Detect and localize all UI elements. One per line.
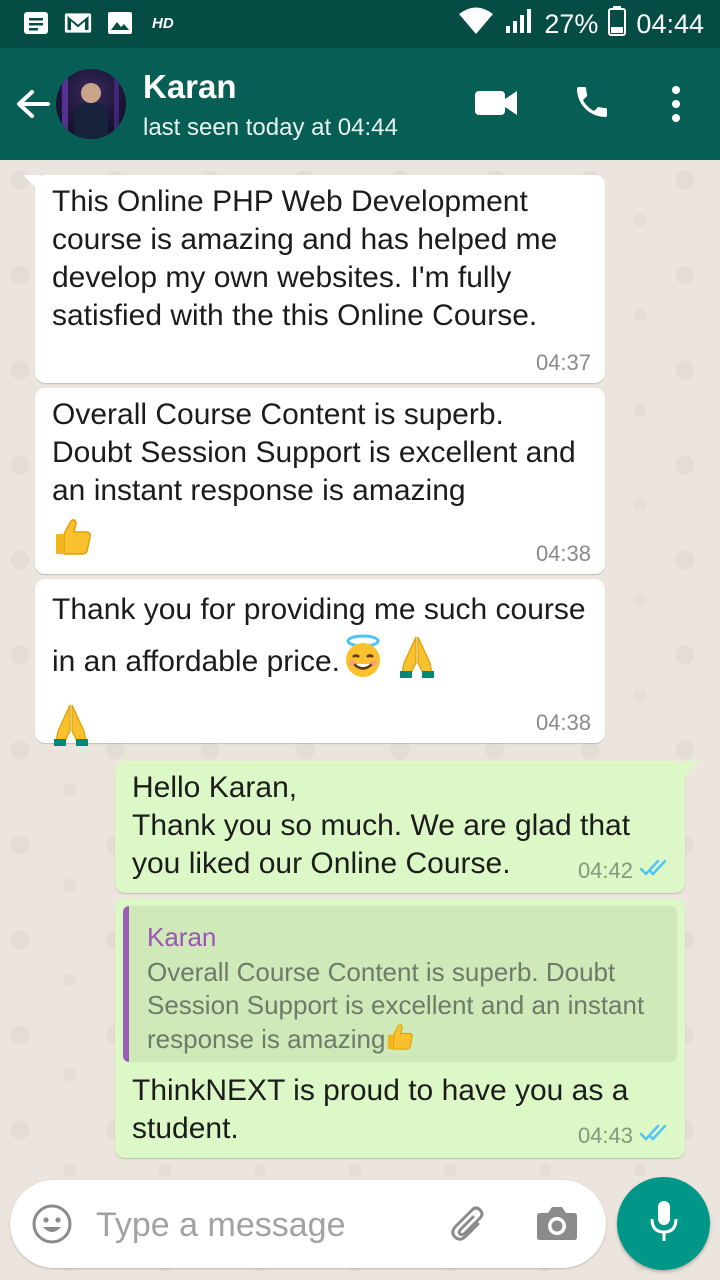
chat-header: Karan last seen today at 04:44 [0, 48, 720, 160]
message-text: Thank you for providing me such course i… [52, 593, 586, 678]
voice-call-icon[interactable] [572, 82, 612, 127]
last-seen-status: last seen today at 04:44 [143, 114, 398, 141]
microphone-icon [649, 1199, 679, 1248]
attach-paperclip-icon[interactable] [448, 1202, 492, 1251]
outgoing-reply-message[interactable]: Karan Overall Course Content is superb. … [115, 898, 685, 1158]
battery-percent: 27% [544, 9, 599, 39]
quoted-message[interactable]: Karan Overall Course Content is superb. … [123, 906, 677, 1062]
thumbs-up-emoji-icon [52, 516, 94, 568]
read-ticks-icon [639, 1123, 671, 1148]
gmail-notification-icon [64, 10, 92, 36]
emoji-picker-icon[interactable] [30, 1202, 74, 1251]
folded-hands-emoji-icon [52, 701, 90, 757]
incoming-message[interactable]: Thank you for providing me such course i… [35, 579, 605, 746]
camera-icon[interactable] [536, 1204, 578, 1247]
thumbs-up-emoji-icon [385, 1022, 415, 1060]
message-time: 04:38 [535, 541, 591, 566]
message-text: Overall Course Content is superb. Doubt … [52, 398, 576, 507]
clock: 04:44 [636, 9, 704, 39]
read-ticks-icon [639, 858, 671, 883]
contact-name[interactable]: Karan [143, 68, 237, 106]
message-composer [10, 1180, 606, 1268]
battery-icon [608, 6, 627, 43]
quoted-sender-name: Karan [147, 922, 217, 952]
message-text: This Online PHP Web Development course i… [52, 185, 558, 332]
outgoing-message[interactable]: Hello Karan, Thank you so much. We are g… [115, 761, 699, 893]
message-time: 04:42 [577, 857, 633, 883]
folded-hands-emoji-icon [398, 633, 436, 693]
message-time: 04:43 [577, 1122, 633, 1148]
message-input[interactable] [94, 1198, 428, 1252]
notes-notification-icon [22, 10, 50, 36]
incoming-message[interactable]: Overall Course Content is superb. Doubt … [35, 388, 605, 574]
wifi-icon [458, 7, 494, 42]
hd-indicator: HD [152, 14, 174, 32]
voice-message-button[interactable] [617, 1177, 710, 1270]
avatar[interactable] [56, 69, 126, 139]
back-arrow-icon[interactable] [14, 86, 52, 122]
more-options-icon[interactable] [668, 84, 684, 129]
incoming-message[interactable]: This Online PHP Web Development course i… [23, 175, 605, 383]
message-text-line: Hello Karan, [132, 771, 298, 804]
status-bar: HD 27% 04:44 [0, 0, 720, 48]
gallery-notification-icon [106, 10, 134, 36]
chat-area[interactable]: This Online PHP Web Development course i… [0, 160, 720, 1280]
smiling-face-with-halo-emoji-icon [340, 633, 386, 693]
message-time: 04:38 [535, 710, 591, 735]
message-time: 04:37 [535, 350, 591, 375]
signal-icon [504, 8, 534, 41]
video-call-icon[interactable] [474, 88, 518, 123]
